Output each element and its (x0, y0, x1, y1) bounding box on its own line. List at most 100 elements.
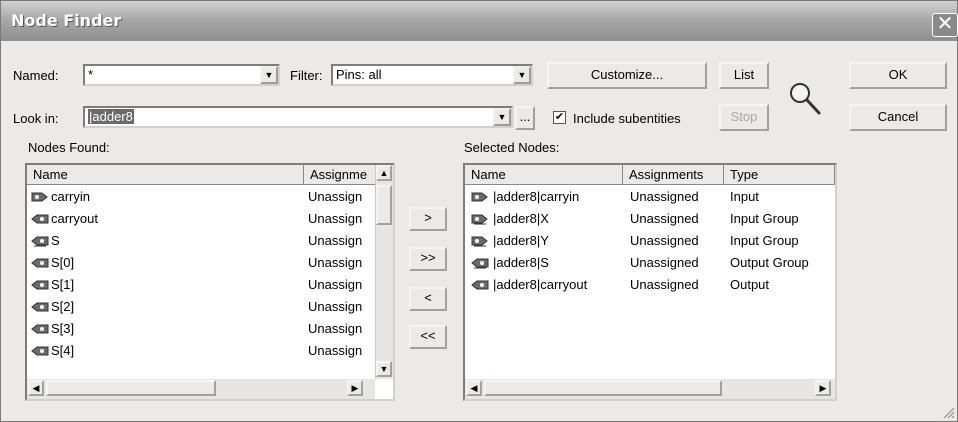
horizontal-scroll-thumb[interactable] (484, 380, 722, 396)
list-row[interactable]: S[3] Unassign (27, 319, 393, 341)
horizontal-scrollbar[interactable]: ◀ ▶ (27, 379, 375, 399)
move-all-right-button[interactable]: >> (409, 247, 447, 271)
node-assignment: Unassign (308, 189, 363, 204)
column-header-assignments[interactable]: Assignments (623, 165, 724, 185)
output-pin-icon (471, 280, 489, 290)
look-in-dropdown-icon[interactable]: ▼ (493, 108, 511, 126)
filter-value: Pins: all (336, 67, 382, 82)
filter-combobox[interactable]: Pins: all ▼ (331, 64, 533, 86)
look-in-label: Look in: (13, 111, 59, 126)
column-header-type[interactable]: Type (724, 165, 835, 185)
node-type: Input Group (730, 211, 799, 226)
node-finder-dialog: Node Finder ✕ Named: * ▼ Filter: Pins: a… (0, 0, 958, 422)
node-assignment: Unassigned (630, 211, 699, 226)
filter-label: Filter: (290, 68, 323, 83)
list-row[interactable]: carryin Unassign (27, 187, 393, 209)
stop-button[interactable]: Stop (719, 104, 769, 131)
title-bar: Node Finder ✕ (1, 1, 958, 41)
node-name: carryin (51, 189, 91, 204)
node-name: S[0] (51, 255, 75, 270)
magnifier-icon (790, 83, 821, 115)
list-row[interactable]: |adder8|Y Unassigned Input Group (465, 231, 835, 253)
nodes-found-list[interactable]: Name Assignme carryin Unassign carryout Una… (25, 163, 395, 401)
list-row[interactable]: carryout Unassign (27, 209, 393, 231)
node-assignment: Unassigned (630, 189, 699, 204)
node-assignment: Unassign (308, 255, 363, 270)
move-right-button[interactable]: > (409, 207, 447, 231)
node-name: S[3] (51, 321, 75, 336)
output-group-icon (31, 236, 49, 247)
input-group-icon (471, 214, 488, 225)
node-assignment: Unassign (308, 211, 363, 226)
node-name: |adder8|carryin (493, 189, 580, 204)
ok-button[interactable]: OK (849, 62, 947, 89)
output-pin-icon (31, 346, 49, 356)
node-assignment: Unassigned (630, 255, 699, 270)
list-row[interactable]: S[2] Unassign (27, 297, 393, 319)
vertical-scrollbar[interactable]: ▲ ▼ (375, 165, 393, 379)
scroll-right-icon[interactable]: ▶ (815, 380, 831, 396)
list-row[interactable]: |adder8|carryout Unassigned Output (465, 275, 835, 297)
named-value: * (88, 67, 94, 82)
include-subentities-label: Include subentities (573, 111, 681, 126)
list-row[interactable]: S[0] Unassign (27, 253, 393, 275)
node-type: Output Group (730, 255, 809, 270)
list-row[interactable]: |adder8|carryin Unassigned Input (465, 187, 835, 209)
input-group-icon (471, 236, 488, 247)
scroll-down-icon[interactable]: ▼ (376, 361, 392, 377)
browse-button[interactable]: ... (515, 106, 535, 130)
horizontal-scrollbar[interactable]: ◀ ▶ (465, 379, 835, 399)
column-header-name[interactable]: Name (27, 165, 304, 185)
list-row[interactable]: S[4] Unassign (27, 341, 393, 363)
list-row[interactable]: S Unassign (27, 231, 393, 253)
filter-dropdown-icon[interactable]: ▼ (513, 66, 531, 84)
node-name: |adder8|Y (493, 233, 549, 248)
output-pin-icon (31, 280, 49, 290)
scroll-left-icon[interactable]: ◀ (466, 380, 482, 396)
scroll-up-icon[interactable]: ▲ (376, 165, 392, 181)
input-pin-icon (471, 192, 488, 202)
vertical-scroll-thumb[interactable] (376, 185, 392, 225)
look-in-combobox[interactable]: |adder8 ▼ (83, 106, 513, 128)
customize-button[interactable]: Customize... (547, 62, 707, 89)
close-button[interactable]: ✕ (932, 13, 958, 37)
list-row[interactable]: |adder8|S Unassigned Output Group (465, 253, 835, 275)
resize-grip-icon[interactable] (941, 405, 955, 419)
output-pin-icon (31, 214, 49, 224)
node-assignment: Unassigned (630, 233, 699, 248)
node-type: Output (730, 277, 770, 292)
move-all-left-button[interactable]: << (409, 325, 447, 349)
named-dropdown-icon[interactable]: ▼ (260, 66, 278, 84)
horizontal-scroll-thumb[interactable] (46, 380, 216, 396)
window-title: Node Finder (11, 11, 122, 30)
column-header-name[interactable]: Name (465, 165, 623, 185)
node-assignment: Unassign (308, 277, 363, 292)
selected-nodes-list[interactable]: Name Assignments Type |adder8|carryin Una… (463, 163, 837, 401)
list-row[interactable]: S[1] Unassign (27, 275, 393, 297)
output-group-icon (471, 258, 489, 269)
list-button[interactable]: List (719, 62, 769, 89)
node-assignment: Unassigned (630, 277, 699, 292)
node-name: carryout (51, 211, 98, 226)
node-type: Input (730, 189, 759, 204)
node-name: S[4] (51, 343, 75, 358)
scroll-left-icon[interactable]: ◀ (28, 380, 44, 396)
column-header-assignments[interactable]: Assignme (304, 165, 378, 185)
scroll-right-icon[interactable]: ▶ (347, 380, 363, 396)
node-name: |adder8|S (493, 255, 549, 270)
cancel-button[interactable]: Cancel (849, 104, 947, 131)
list-row[interactable]: |adder8|X Unassigned Input Group (465, 209, 835, 231)
node-name: |adder8|carryout (493, 277, 588, 292)
node-assignment: Unassign (308, 233, 363, 248)
named-combobox[interactable]: * ▼ (83, 64, 280, 86)
node-assignment: Unassign (308, 299, 363, 314)
node-name: |adder8|X (493, 211, 549, 226)
selected-nodes-label: Selected Nodes: (464, 140, 560, 155)
node-name: S (51, 233, 60, 248)
output-pin-icon (31, 258, 49, 268)
output-pin-icon (31, 324, 49, 334)
include-subentities-checkbox[interactable]: ✔ (553, 111, 566, 124)
checkmark-icon: ✔ (554, 111, 565, 123)
look-in-value: |adder8 (88, 109, 134, 124)
move-left-button[interactable]: < (409, 287, 447, 311)
